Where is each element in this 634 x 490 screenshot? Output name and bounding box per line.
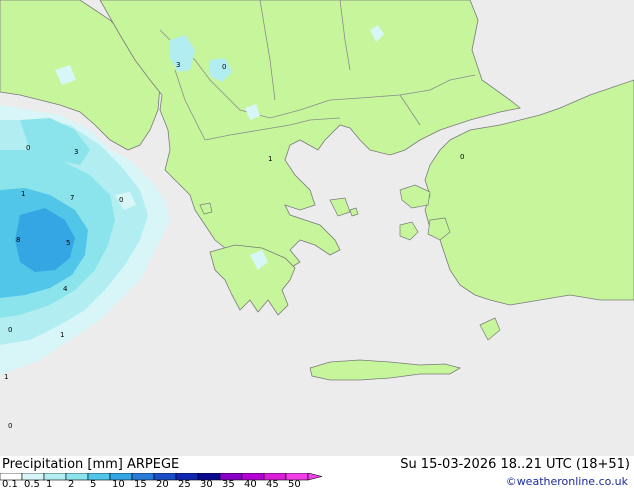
credit-link[interactable]: ©weatheronline.co.uk [506,475,628,488]
legend-tick-label: 15 [134,479,147,490]
legend-tick-label: 10 [112,479,125,490]
rain-label: 1 [60,331,64,339]
rain-label: 1 [268,155,272,163]
legend-tick-label: 0.5 [24,479,40,490]
legend-tick-label: 35 [222,479,235,490]
legend-tick-label: 50 [288,479,301,490]
legend-tick-label: 45 [266,479,279,490]
rain-label: 1 [21,190,25,198]
legend-tick-label: 25 [178,479,191,490]
rain-label: 1 [4,373,8,381]
precipitation-map: 3 0 0 3 0 1 1 7 0 8 5 4 1 0 1 0 [0,0,634,456]
rain-label: 3 [176,61,180,69]
legend-overflow-arrow [307,473,323,481]
rain-label: 5 [66,239,70,247]
map-title: Precipitation [mm] ARPEGE [2,457,180,472]
legend-tick-label: 1 [46,479,53,490]
legend-tick-label: 0.1 [2,479,18,490]
legend-tick-label: 30 [200,479,213,490]
rain-label: 3 [74,148,78,156]
valid-time: Su 15-03-2026 18..21 UTC (18+51) [400,457,630,472]
rain-label: 0 [119,196,123,204]
rain-label: 0 [8,326,12,334]
legend-tick-label: 40 [244,479,257,490]
rain-label: 0 [26,144,30,152]
rain-label: 0 [222,63,226,71]
legend-tick-label: 20 [156,479,169,490]
rain-label: 0 [460,153,464,161]
legend-ticks: 0.1 0.5 1 2 5 10 15 20 25 30 35 40 45 50 [0,480,330,490]
rain-label: 7 [70,194,74,202]
rain-label: 4 [63,285,68,293]
rain-label: 0 [8,422,12,430]
rain-label: 8 [16,236,20,244]
legend-tick-label: 2 [68,479,75,490]
legend-tick-label: 5 [90,479,97,490]
